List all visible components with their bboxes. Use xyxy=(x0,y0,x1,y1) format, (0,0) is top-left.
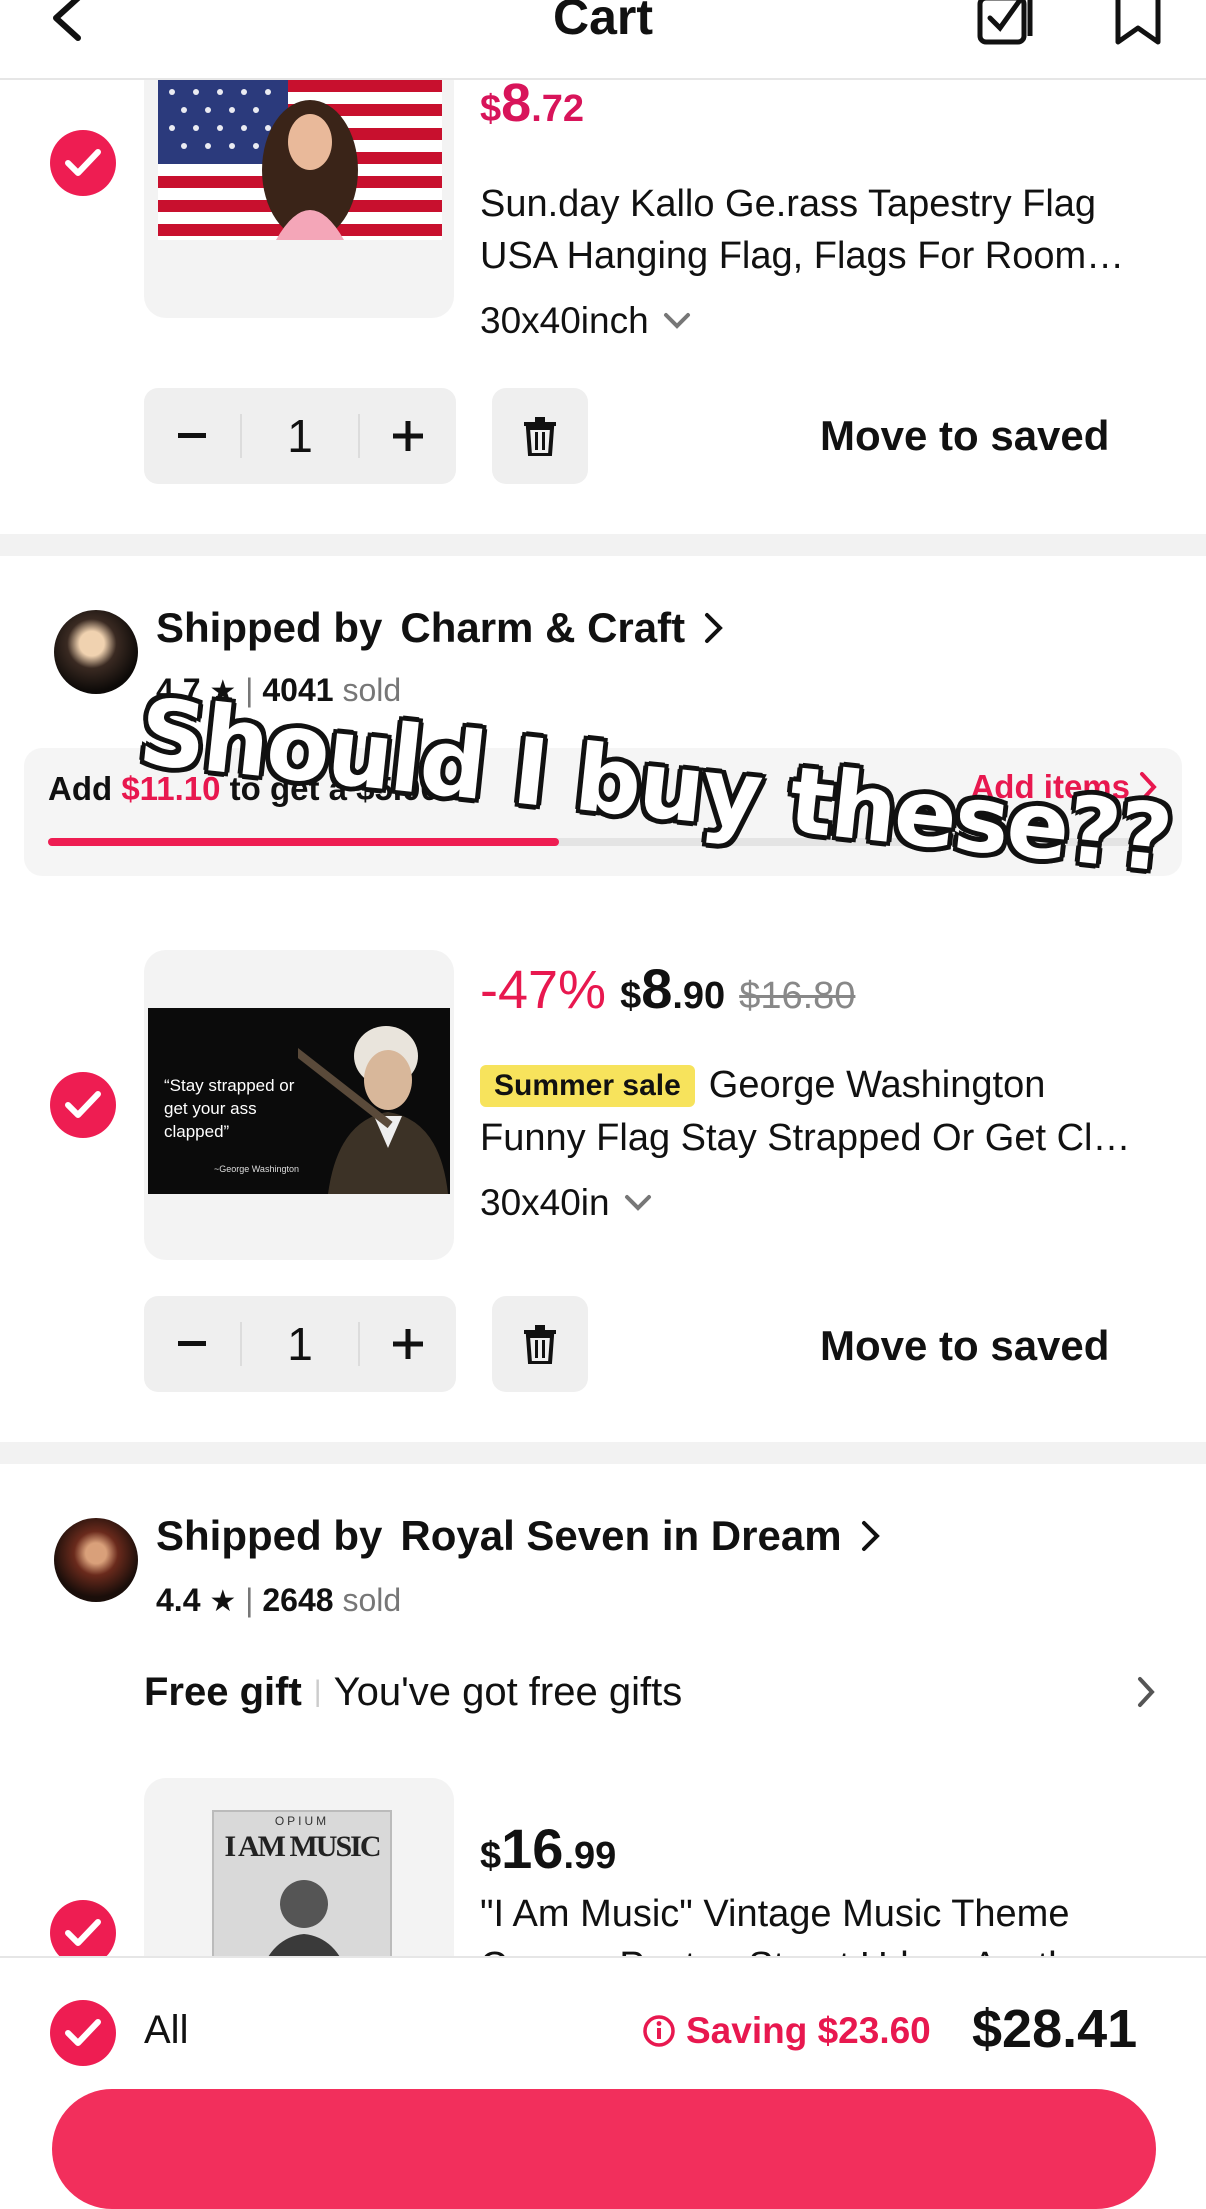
delete-button[interactable] xyxy=(492,1296,588,1392)
saving-amount: Saving $23.60 xyxy=(686,2010,931,2051)
quantity-stepper[interactable]: 1 xyxy=(144,388,456,484)
select-all-label[interactable]: All xyxy=(144,2008,188,2053)
section-divider xyxy=(0,1442,1206,1464)
quantity-value[interactable]: 1 xyxy=(240,1321,360,1367)
portrait-illustration xyxy=(298,1026,448,1194)
cart-total: $28.41 xyxy=(972,1999,1138,2059)
variant-selector[interactable]: 30x40inch xyxy=(480,300,691,342)
trash-icon xyxy=(524,1325,556,1364)
check-icon xyxy=(65,1091,101,1118)
move-to-saved-button[interactable]: Move to saved xyxy=(820,412,1109,460)
item-price: $8.72 xyxy=(480,73,585,133)
bookmark-icon[interactable] xyxy=(1112,0,1164,48)
item-checkbox[interactable] xyxy=(50,130,116,196)
shop-name[interactable]: Royal Seven in Dream xyxy=(400,1512,841,1560)
variant-label: 30x40in xyxy=(480,1182,610,1223)
variant-label: 30x40inch xyxy=(480,300,649,341)
poster-image: OPIUM I AM MUSIC xyxy=(212,1810,392,1978)
summer-sale-badge: Summer sale xyxy=(480,1064,695,1107)
select-all-checkbox[interactable] xyxy=(50,2000,116,2066)
delete-button[interactable] xyxy=(492,388,588,484)
chevron-right-icon xyxy=(1138,1677,1155,1707)
move-to-saved-button[interactable]: Move to saved xyxy=(820,1322,1109,1370)
check-icon xyxy=(65,2019,101,2046)
item-price: $16.99 xyxy=(480,1817,617,1880)
poster-label-small: OPIUM xyxy=(274,1814,330,1828)
check-icon xyxy=(65,149,101,176)
item-price-row: -47% $8.90 $16.80 xyxy=(480,956,855,1021)
cart-header: Cart xyxy=(0,0,1206,80)
section-divider xyxy=(0,534,1206,556)
trash-icon xyxy=(524,417,556,456)
shipped-by-label: Shipped by xyxy=(156,1512,383,1559)
promo-progress-fill xyxy=(48,838,559,846)
flag-quote: “Stay strapped or get your ass clapped” xyxy=(164,1076,295,1141)
item-price: $8.90 xyxy=(620,957,726,1020)
shop-header[interactable]: Shipped by Charm & Craft xyxy=(156,604,725,652)
increase-button[interactable] xyxy=(360,388,456,484)
us-flag-image xyxy=(158,80,442,240)
chevron-right-icon xyxy=(705,613,723,643)
item-title-row[interactable]: Summer sale George Washington xyxy=(480,1064,1160,1107)
increase-button[interactable] xyxy=(360,1296,456,1392)
decrease-button[interactable] xyxy=(144,1296,240,1392)
shop-avatar[interactable] xyxy=(54,610,138,694)
product-thumbnail[interactable]: “Stay strapped or get your ass clapped” … xyxy=(144,950,454,1260)
shop-name[interactable]: Charm & Craft xyxy=(400,604,685,652)
plus-icon xyxy=(393,421,423,451)
product-thumbnail[interactable] xyxy=(144,60,454,318)
quantity-value[interactable]: 1 xyxy=(240,413,360,459)
quantity-stepper[interactable]: 1 xyxy=(144,1296,456,1392)
checkout-button[interactable] xyxy=(52,2089,1156,2209)
chevron-right-icon xyxy=(861,1521,880,1551)
item-title-line2[interactable]: USA Hanging Flag, Flags For Room… xyxy=(480,230,1160,282)
item-title[interactable]: George Washington xyxy=(709,1064,1046,1107)
poster-label: I AM MUSIC xyxy=(224,1830,381,1863)
chevron-down-icon xyxy=(663,313,690,329)
discount-percent: -47% xyxy=(480,960,607,1020)
item-title[interactable]: "I Am Music" Vintage Music Theme xyxy=(480,1888,1160,1940)
decrease-button[interactable] xyxy=(144,388,240,484)
shipped-by-label: Shipped by xyxy=(156,604,383,651)
shop-avatar[interactable] xyxy=(54,1518,138,1602)
saving-info[interactable]: Saving $23.60 xyxy=(642,2010,931,2052)
item-checkbox[interactable] xyxy=(50,1072,116,1138)
product-thumbnail[interactable]: OPIUM I AM MUSIC xyxy=(144,1778,454,1978)
shop-rating: 4.4 ★ | 2648 sold xyxy=(156,1582,402,1618)
free-gift-row[interactable]: Free gift | You've got free gifts xyxy=(144,1664,1156,1720)
shop-header[interactable]: Shipped by Royal Seven in Dream xyxy=(156,1512,882,1560)
minus-icon xyxy=(178,433,206,438)
chevron-down-icon xyxy=(624,1195,651,1211)
multi-select-icon[interactable] xyxy=(976,0,1040,48)
free-gift-title: Free gift xyxy=(144,1669,302,1714)
plus-icon xyxy=(393,1329,423,1359)
info-icon xyxy=(643,2015,675,2047)
original-price: $16.80 xyxy=(739,975,856,1017)
item-title-line2[interactable]: Funny Flag Stay Strapped Or Get Cl… xyxy=(480,1112,1160,1164)
free-gift-text: You've got free gifts xyxy=(333,1669,683,1714)
minus-icon xyxy=(178,1341,206,1346)
check-icon xyxy=(65,1919,101,1946)
flag-image: “Stay strapped or get your ass clapped” … xyxy=(148,1008,450,1194)
flag-author: ~George Washington xyxy=(214,1164,299,1174)
variant-selector[interactable]: 30x40in xyxy=(480,1182,652,1224)
item-title[interactable]: Sun.day Kallo Ge.rass Tapestry Flag xyxy=(480,178,1160,230)
